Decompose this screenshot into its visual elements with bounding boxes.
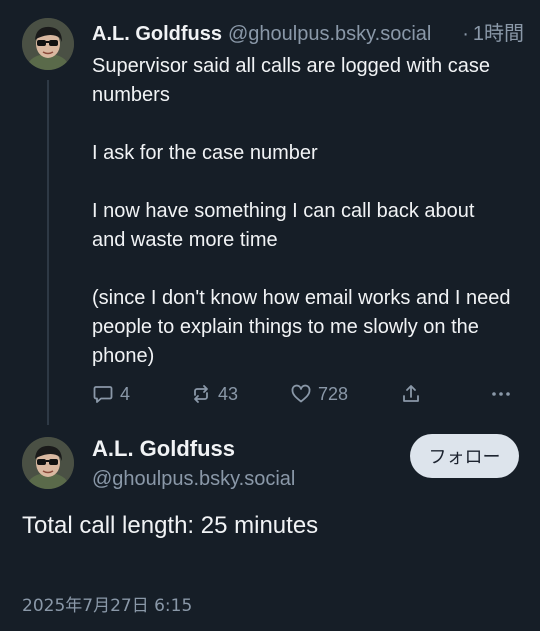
more-options-button[interactable]	[490, 383, 512, 405]
repost-button[interactable]: 43	[190, 383, 238, 405]
avatar-image	[22, 18, 74, 70]
more-icon	[492, 392, 510, 396]
follow-button[interactable]: フォロー	[410, 434, 519, 478]
reply-icon	[93, 386, 113, 403]
post-paragraph: (since I don't know how email works and …	[92, 287, 511, 367]
avatar[interactable]	[22, 437, 74, 489]
like-button[interactable]: 728	[290, 383, 348, 405]
post-text: Total call length: 25 minutes	[22, 512, 319, 539]
avatar-image	[22, 437, 74, 489]
author-name[interactable]: A.L. Goldfuss	[92, 436, 235, 462]
share-icon	[403, 385, 419, 402]
post-time-label: 1時間	[472, 23, 524, 45]
like-count: 728	[318, 383, 349, 404]
avatar[interactable]	[22, 18, 74, 70]
share-button[interactable]	[400, 383, 422, 405]
reply-button[interactable]: 4	[92, 383, 130, 405]
author-handle[interactable]: @ghoulpus.bsky.social	[92, 468, 295, 491]
reply-count: 4	[120, 383, 131, 404]
post-actions: 4 43 728	[92, 381, 518, 407]
thread-connector-line	[47, 80, 49, 425]
post-header: A.L. Goldfuss @ghoulpus.bsky.social · 1時間	[92, 17, 524, 46]
post-paragraph: I ask for the case number	[92, 142, 318, 164]
repost-count: 43	[218, 383, 239, 404]
author-handle[interactable]: @ghoulpus.bsky.social	[228, 23, 431, 46]
post-paragraph: I now have something I can call back abo…	[92, 200, 475, 251]
post-text: Supervisor said all calls are logged wit…	[92, 52, 512, 400]
repost-icon	[194, 385, 208, 403]
heart-icon	[291, 384, 311, 403]
time-separator: ·	[462, 23, 469, 45]
post-paragraph: Supervisor said all calls are logged wit…	[92, 55, 490, 106]
post-timestamp: 2025年7月27日 6:15	[22, 596, 193, 616]
author-name[interactable]: A.L. Goldfuss	[92, 23, 222, 46]
post-time[interactable]: · 1時間	[462, 17, 524, 46]
